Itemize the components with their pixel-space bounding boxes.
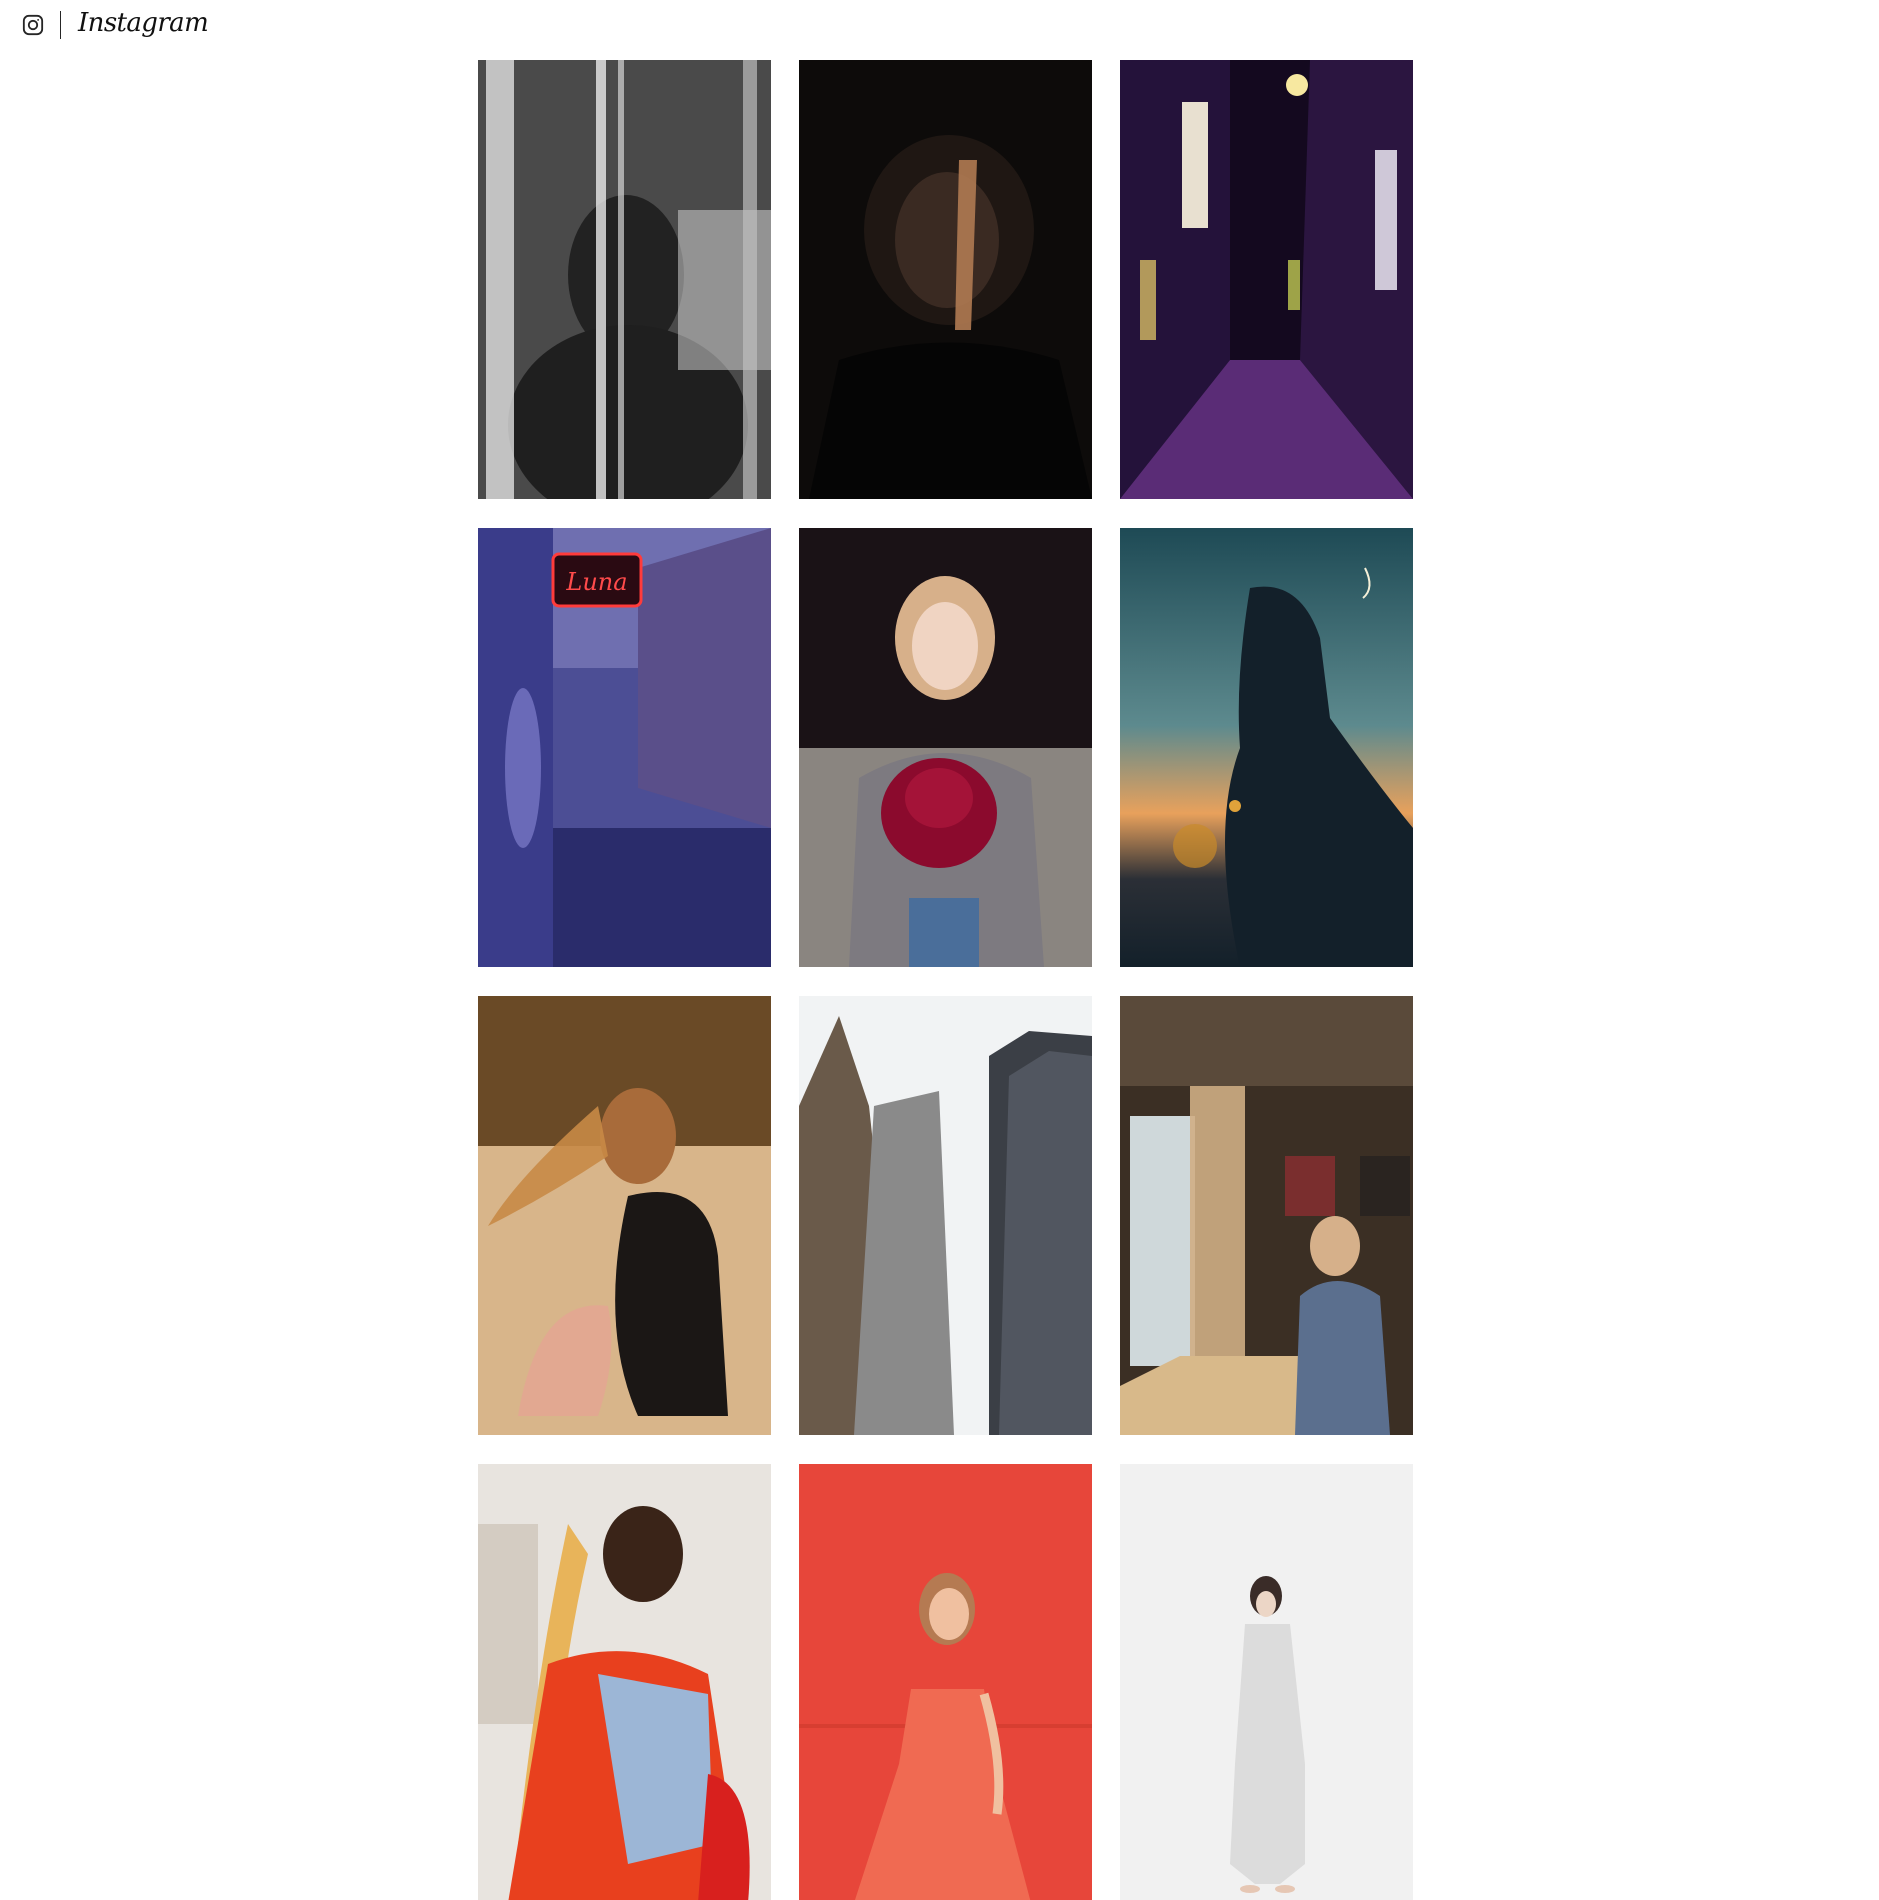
photo-portrait-light-strip[interactable] <box>799 60 1092 499</box>
instagram-icon[interactable] <box>22 14 44 36</box>
luna-sign-text: Luna <box>565 568 627 596</box>
photo-skyscrapers-looking-up[interactable] <box>799 996 1092 1435</box>
photo-silhouette-sunset-moon[interactable] <box>1120 528 1413 967</box>
photo-neon-alley-night[interactable] <box>1120 60 1413 499</box>
instagram-wordmark[interactable]: Instagram <box>78 8 209 38</box>
photo-grid: Luna <box>478 60 1413 1900</box>
photo-luna-neon-street[interactable]: Luna <box>478 528 771 967</box>
photo-woman-braids-red-jacket[interactable] <box>478 1464 771 1900</box>
photo-portrait-behind-glass[interactable] <box>478 60 771 499</box>
header-divider <box>60 11 61 39</box>
photo-woman-white-outfit[interactable] <box>1120 1464 1413 1900</box>
photo-woman-with-red-hat[interactable] <box>799 528 1092 967</box>
photo-woman-on-beach-sunset[interactable] <box>478 996 771 1435</box>
photo-woman-by-window-room[interactable] <box>1120 996 1413 1435</box>
top-bar: Instagram <box>0 0 1879 50</box>
photo-woman-red-dress-red-wall[interactable] <box>799 1464 1092 1900</box>
